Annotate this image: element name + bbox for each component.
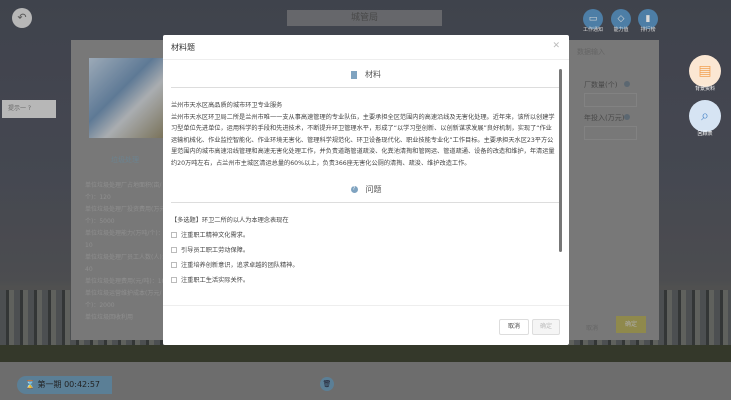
option-label: 引导员工职工劳动保障。 [181, 247, 250, 254]
question-icon: ? [350, 186, 358, 193]
time-value: 00:42:57 [64, 380, 100, 389]
option-label: 注重职工生活实际关怀。 [181, 277, 250, 284]
option-label: 注重职工精神文化需求。 [181, 232, 250, 239]
checkbox[interactable] [171, 276, 177, 283]
option-3[interactable]: 注重培养创新意识，追求卓越的团队精神。 [171, 260, 561, 269]
timer-badge: ⌛ 第一期 00:42:57 [17, 376, 112, 394]
confirm-button[interactable]: 确定 [532, 319, 560, 335]
modal-footer: 取消 确定 [163, 305, 569, 345]
stage-label: 第一期 [37, 380, 62, 389]
material-title: 兰州市天水区高品质的城市环卫专业服务 [171, 102, 283, 109]
trash-icon[interactable]: 🗑 [320, 377, 334, 391]
checkbox[interactable] [171, 246, 177, 253]
question-block: 【多选题】环卫二所的以人为本理念表现在 注重职工精神文化需求。 引导员工职工劳动… [163, 203, 569, 296]
question-text: 【多选题】环卫二所的以人为本理念表现在 [171, 217, 289, 224]
material-text: 兰州市天水区环卫局二所是兰州市唯一一支从事高速管理的专业队伍，主要承担全区范围内… [171, 113, 555, 167]
checkbox[interactable] [171, 231, 177, 238]
option-2[interactable]: 引导员工职工劳动保障。 [171, 245, 561, 254]
document-icon[interactable]: ▤ [689, 55, 721, 87]
option-1[interactable]: 注重职工精神文化需求。 [171, 230, 561, 239]
modal-title: 材料题 [171, 43, 195, 52]
heading-text: 问题 [365, 185, 382, 194]
modal-header: 材料题 ✕ [163, 35, 569, 60]
bookmark-icon [351, 70, 357, 79]
material-modal: 材料题 ✕ 材料 兰州市天水区高品质的城市环卫专业服务 兰州市天水区环卫局二所是… [163, 35, 569, 345]
close-icon[interactable]: ✕ [552, 41, 560, 51]
option-4[interactable]: 注重职工生活实际关怀。 [171, 275, 561, 284]
material-heading: 材料 [171, 62, 561, 88]
cancel-button[interactable]: 取消 [499, 319, 529, 335]
float-label: 回顾表 [697, 131, 713, 137]
question-heading: ? 问题 [171, 177, 561, 203]
heading-text: 材料 [365, 70, 381, 79]
option-label: 注重培养创新意识，追求卓越的团队精神。 [181, 262, 299, 269]
checkbox[interactable] [171, 261, 177, 268]
material-content: 兰州市天水区高品质的城市环卫专业服务 兰州市天水区环卫局二所是兰州市唯一一支从事… [163, 88, 569, 177]
hourglass-icon: ⌛ [25, 380, 38, 389]
modal-body: 材料 兰州市天水区高品质的城市环卫专业服务 兰州市天水区环卫局二所是兰州市唯一一… [163, 62, 569, 305]
float-label: 背景资料 [694, 86, 715, 92]
scrollbar[interactable] [559, 69, 562, 252]
search-icon[interactable]: ⌕ [689, 100, 721, 132]
